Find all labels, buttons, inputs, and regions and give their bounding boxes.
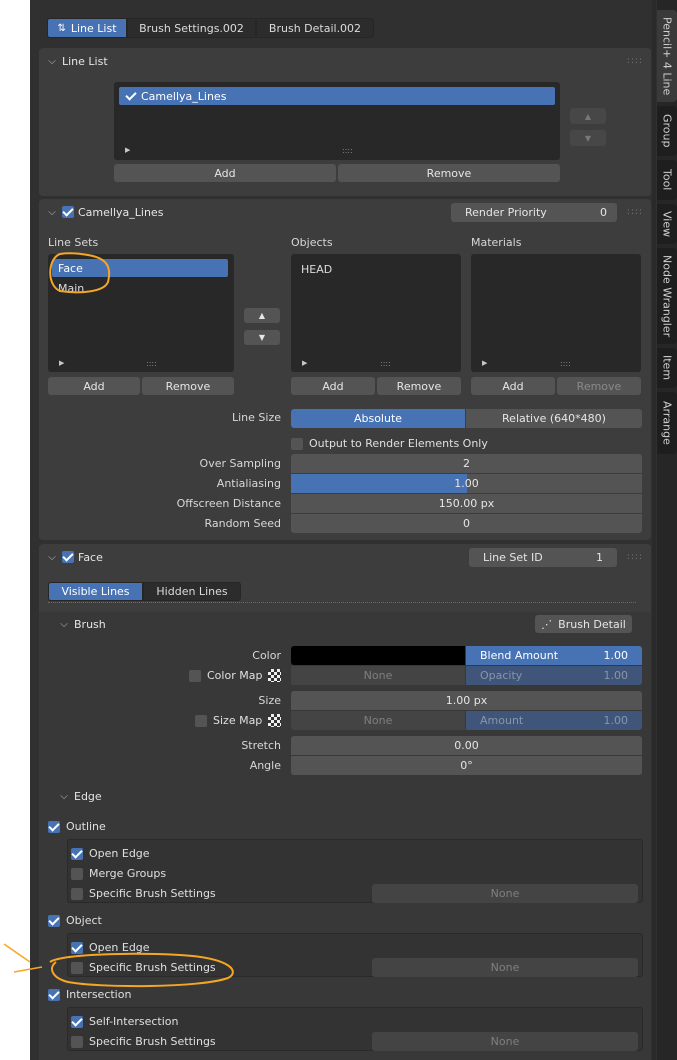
annotation-circle-specific-brush [49, 952, 234, 988]
annotation-arrow-icon [3, 943, 43, 973]
annotation-overlay [3, 252, 234, 988]
annotation-circle-face [49, 252, 111, 294]
